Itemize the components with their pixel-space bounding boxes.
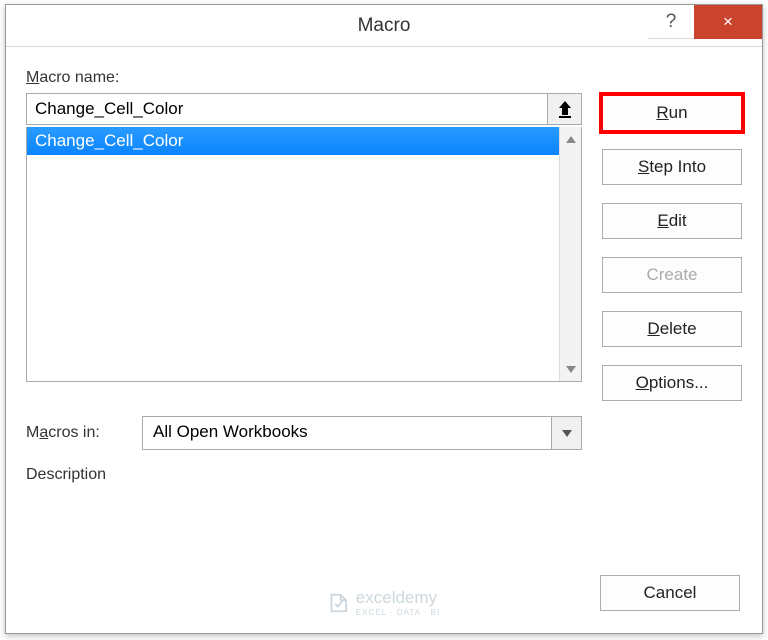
titlebar: Macro ? × bbox=[6, 5, 762, 47]
macros-in-row: Macros in: All Open Workbooks bbox=[26, 416, 582, 450]
scroll-down-icon[interactable] bbox=[562, 360, 580, 378]
delete-button[interactable]: Delete bbox=[602, 311, 742, 347]
macros-in-dropdown[interactable]: All Open Workbooks bbox=[142, 416, 582, 450]
options-button[interactable]: Options... bbox=[602, 365, 742, 401]
create-button: Create bbox=[602, 257, 742, 293]
dialog-body: Macro name: Change_Cell_Color bbox=[6, 47, 762, 633]
macros-in-value: All Open Workbooks bbox=[142, 416, 552, 450]
close-button[interactable]: × bbox=[694, 5, 762, 39]
edit-button[interactable]: Edit bbox=[602, 203, 742, 239]
list-item[interactable]: Change_Cell_Color bbox=[27, 127, 559, 155]
main-column: Macro name: Change_Cell_Color bbox=[26, 69, 582, 617]
chevron-down-icon[interactable] bbox=[552, 416, 582, 450]
cancel-row: Cancel bbox=[600, 575, 740, 611]
macros-in-label: Macros in: bbox=[26, 424, 128, 442]
arrow-up-icon bbox=[558, 100, 572, 118]
button-column: Run Step Into Edit Create Delete Options… bbox=[602, 69, 742, 617]
scroll-up-icon[interactable] bbox=[562, 130, 580, 148]
macro-name-input[interactable] bbox=[26, 93, 548, 125]
upload-arrow-button[interactable] bbox=[548, 93, 582, 125]
cancel-button[interactable]: Cancel bbox=[600, 575, 740, 611]
scrollbar[interactable] bbox=[559, 127, 581, 381]
macro-list-container: Change_Cell_Color bbox=[26, 127, 582, 382]
run-button[interactable]: Run bbox=[602, 95, 742, 131]
titlebar-buttons: ? × bbox=[648, 5, 762, 47]
macro-dialog: Macro ? × Macro name: Chan bbox=[5, 4, 763, 634]
step-into-button[interactable]: Step Into bbox=[602, 149, 742, 185]
macro-name-row bbox=[26, 93, 582, 125]
description-label: Description bbox=[26, 466, 582, 484]
macro-list[interactable]: Change_Cell_Color bbox=[27, 127, 559, 381]
help-button[interactable]: ? bbox=[648, 5, 694, 39]
macro-name-label: Macro name: bbox=[26, 69, 582, 87]
